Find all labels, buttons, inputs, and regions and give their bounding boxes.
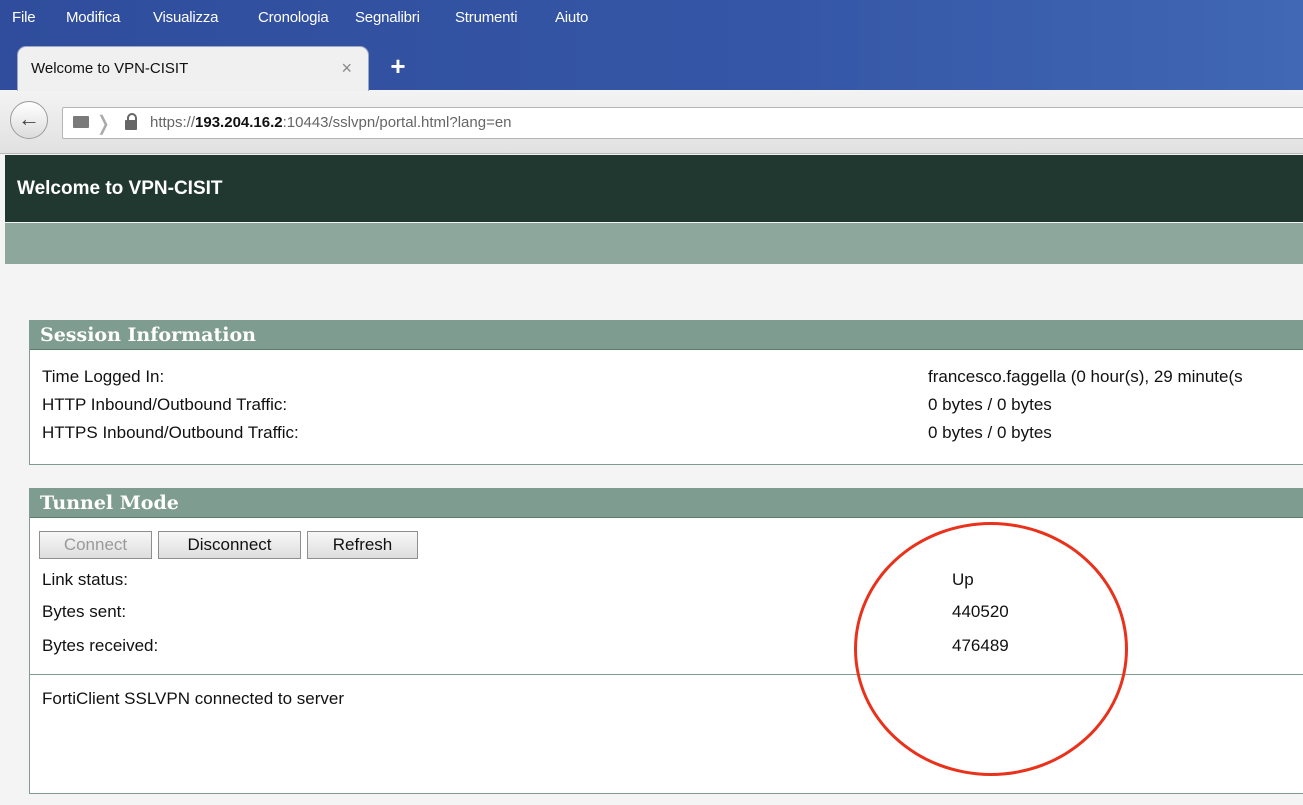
close-icon[interactable]: × <box>341 58 352 79</box>
page-header: Welcome to VPN-CISIT <box>5 155 1303 222</box>
tunnel-mode-heading: Tunnel Mode <box>30 489 1303 518</box>
session-info-heading: Session Information <box>30 321 1303 350</box>
annotation-circle <box>854 522 1128 776</box>
time-logged-in-value: francesco.faggella (0 hour(s), 29 minute… <box>928 367 1243 386</box>
menu-file[interactable]: File <box>12 9 36 26</box>
http-traffic-value: 0 bytes / 0 bytes <box>928 395 1052 414</box>
https-traffic-value: 0 bytes / 0 bytes <box>928 423 1052 442</box>
bytes-received-label: Bytes received: <box>42 636 159 655</box>
menu-modifica[interactable]: Modifica <box>66 9 120 26</box>
chevron-right-icon: ❭ <box>95 113 112 135</box>
url-text[interactable]: https://193.204.16.2:10443/sslvpn/portal… <box>150 114 512 131</box>
https-traffic-label: HTTPS Inbound/Outbound Traffic: <box>42 423 299 442</box>
back-arrow-icon[interactable]: ← <box>10 101 48 139</box>
menu-visualizza[interactable]: Visualizza <box>153 9 218 26</box>
page-subbar <box>5 223 1303 264</box>
page-title: Welcome to VPN-CISIT <box>17 178 223 199</box>
tunnel-toolbar: Connect Disconnect Refresh <box>30 519 1303 579</box>
refresh-button[interactable]: Refresh <box>307 531 418 559</box>
time-logged-in-label: Time Logged In: <box>42 367 165 386</box>
new-tab-button[interactable]: + <box>383 52 413 82</box>
menu-aiuto[interactable]: Aiuto <box>555 9 588 26</box>
tab-title: Welcome to VPN-CISIT <box>31 60 189 77</box>
url-bar[interactable]: ❭ https://193.204.16.2:10443/sslvpn/port… <box>62 107 1303 139</box>
lock-icon[interactable] <box>125 113 137 130</box>
disconnect-button[interactable]: Disconnect <box>158 531 301 559</box>
browser-menubar: File Modifica Visualizza Cronologia Segn… <box>0 0 1303 40</box>
http-traffic-label: HTTP Inbound/Outbound Traffic: <box>42 395 288 414</box>
site-identity-icon[interactable] <box>73 116 89 128</box>
session-info-panel: Session Information Time Logged In: fran… <box>29 320 1303 465</box>
link-status-label: Link status: <box>42 570 128 589</box>
menu-strumenti[interactable]: Strumenti <box>455 9 518 26</box>
menu-cronologia[interactable]: Cronologia <box>258 9 329 26</box>
connect-button[interactable]: Connect <box>39 531 152 559</box>
navigation-bar: ← ❭ https://193.204.16.2:10443/sslvpn/po… <box>0 91 1303 154</box>
connection-message: FortiClient SSLVPN connected to server <box>42 689 345 708</box>
menu-segnalibri[interactable]: Segnalibri <box>355 9 420 26</box>
bytes-sent-label: Bytes sent: <box>42 602 127 621</box>
browser-tab[interactable]: Welcome to VPN-CISIT × <box>18 47 368 91</box>
